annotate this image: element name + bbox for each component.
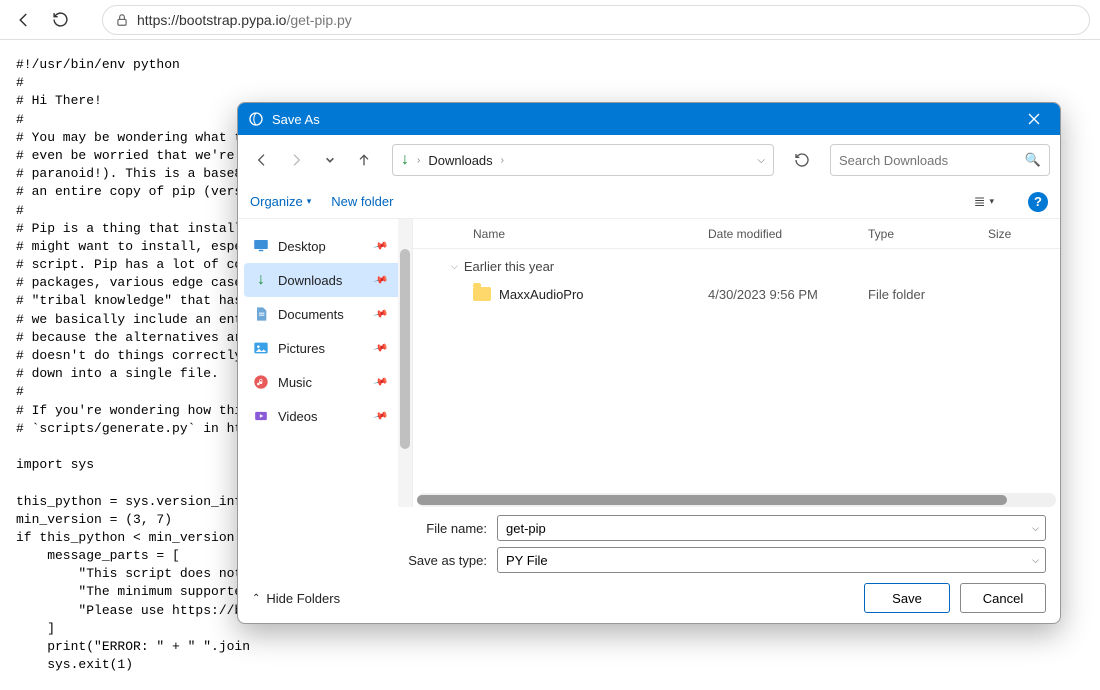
pin-icon: 📌 (372, 374, 388, 390)
sidebar-item-label: Desktop (278, 239, 326, 254)
nav-up-button[interactable] (350, 146, 378, 174)
sidebar-item-label: Videos (278, 409, 318, 424)
file-name: MaxxAudioPro (499, 287, 584, 302)
file-type: File folder (868, 287, 988, 302)
close-button[interactable] (1014, 103, 1054, 135)
saveastype-label: Save as type: (407, 553, 487, 568)
url-text: https://bootstrap.pypa.io/get-pip.py (137, 12, 352, 28)
chevron-right-icon: › (417, 155, 420, 166)
download-icon: ↓ (401, 151, 409, 169)
sidebar-item-label: Pictures (278, 341, 325, 356)
pin-icon: 📌 (372, 238, 388, 254)
nav-recent-button[interactable] (316, 146, 344, 174)
nav-back-button[interactable] (248, 146, 276, 174)
sidebar-item-desktop[interactable]: Desktop 📌 (244, 229, 406, 263)
cancel-button[interactable]: Cancel (960, 583, 1046, 613)
save-form: File name: get-pip ⌵ Save as type: PY Fi… (238, 507, 1060, 573)
chevron-up-icon: ⌃ (252, 593, 260, 604)
address-bar[interactable]: https://bootstrap.pypa.io/get-pip.py (102, 5, 1090, 35)
reload-button[interactable] (46, 6, 74, 34)
sidebar-item-pictures[interactable]: Pictures 📌 (244, 331, 406, 365)
back-button[interactable] (10, 6, 38, 34)
nav-forward-button[interactable] (282, 146, 310, 174)
dialog-bottom-bar: ⌃ Hide Folders Save Cancel (238, 573, 1060, 623)
sidebar-item-videos[interactable]: Videos 📌 (244, 399, 406, 433)
pin-icon: 📌 (372, 340, 388, 356)
search-input[interactable] (839, 153, 1025, 168)
download-icon: ↓ (252, 271, 270, 289)
filename-label: File name: (407, 521, 487, 536)
sidebar-item-music[interactable]: Music 📌 (244, 365, 406, 399)
column-header-name[interactable]: Name (473, 227, 708, 241)
desktop-icon (252, 237, 270, 255)
new-folder-button[interactable]: New folder (331, 194, 393, 209)
dialog-title: Save As (272, 112, 1006, 127)
sidebar-scrollbar[interactable] (398, 219, 412, 507)
save-as-dialog: Save As ↓ › Downloads › ⌵ 🔍 Organize ▾ N… (237, 102, 1061, 624)
browser-toolbar: https://bootstrap.pypa.io/get-pip.py (0, 0, 1100, 40)
file-date: 4/30/2023 9:56 PM (708, 287, 868, 302)
breadcrumb-segment[interactable]: Downloads (428, 153, 492, 168)
dialog-toolbar: Organize ▾ New folder ≣ ▾ ? (238, 185, 1060, 219)
save-button[interactable]: Save (864, 583, 950, 613)
nav-refresh-button[interactable] (788, 146, 816, 174)
folder-icon (473, 287, 491, 301)
organize-button[interactable]: Organize ▾ (250, 194, 311, 209)
pin-icon: 📌 (372, 408, 388, 424)
horizontal-scrollbar[interactable] (417, 493, 1056, 507)
chevron-down-icon: ▾ (307, 196, 312, 207)
document-icon (252, 305, 270, 323)
sidebar-item-label: Music (278, 375, 312, 390)
saveastype-select[interactable]: PY File ⌵ (497, 547, 1046, 573)
pin-icon: 📌 (372, 272, 388, 288)
breadcrumb[interactable]: ↓ › Downloads › ⌵ (392, 144, 774, 176)
file-group-header[interactable]: ⌵ Earlier this year (443, 253, 1048, 280)
file-row[interactable]: MaxxAudioPro 4/30/2023 9:56 PM File fold… (443, 280, 1048, 308)
file-list: ⌵ Earlier this year MaxxAudioPro 4/30/20… (413, 249, 1060, 507)
filename-input[interactable]: get-pip ⌵ (497, 515, 1046, 541)
sidebar-item-label: Documents (278, 307, 344, 322)
help-button[interactable]: ? (1028, 192, 1048, 212)
column-header-type[interactable]: Type (868, 227, 988, 241)
chevron-down-icon[interactable]: ⌵ (757, 155, 765, 166)
sidebar-item-label: Downloads (278, 273, 342, 288)
column-header-size[interactable]: Size (988, 227, 1048, 241)
dialog-titlebar: Save As (238, 103, 1060, 135)
videos-icon (252, 407, 270, 425)
pin-icon: 📌 (372, 306, 388, 322)
music-icon (252, 373, 270, 391)
chevron-right-icon: › (501, 155, 504, 166)
column-header-date[interactable]: Date modified (708, 227, 868, 241)
chevron-down-icon[interactable]: ⌵ (1032, 523, 1039, 534)
search-icon: 🔍 (1025, 152, 1041, 168)
dialog-nav-row: ↓ › Downloads › ⌵ 🔍 (238, 135, 1060, 185)
sidebar-item-downloads[interactable]: ↓ Downloads 📌 (244, 263, 406, 297)
chevron-down-icon: ⌵ (451, 261, 458, 272)
pictures-icon (252, 339, 270, 357)
app-icon (248, 111, 264, 127)
dialog-body: Desktop 📌 ↓ Downloads 📌 Documents 📌 Pict… (238, 219, 1060, 507)
chevron-down-icon[interactable]: ⌵ (1032, 555, 1039, 566)
sidebar-item-documents[interactable]: Documents 📌 (244, 297, 406, 331)
search-box[interactable]: 🔍 (830, 144, 1050, 176)
file-list-area: Name Date modified Type Size ⌵ Earlier t… (413, 219, 1060, 507)
hide-folders-button[interactable]: ⌃ Hide Folders (252, 591, 340, 606)
view-options-button[interactable]: ≣ ▾ (974, 193, 994, 210)
column-headers[interactable]: Name Date modified Type Size (413, 219, 1060, 249)
lock-icon (115, 13, 129, 27)
folder-sidebar: Desktop 📌 ↓ Downloads 📌 Documents 📌 Pict… (238, 219, 413, 507)
